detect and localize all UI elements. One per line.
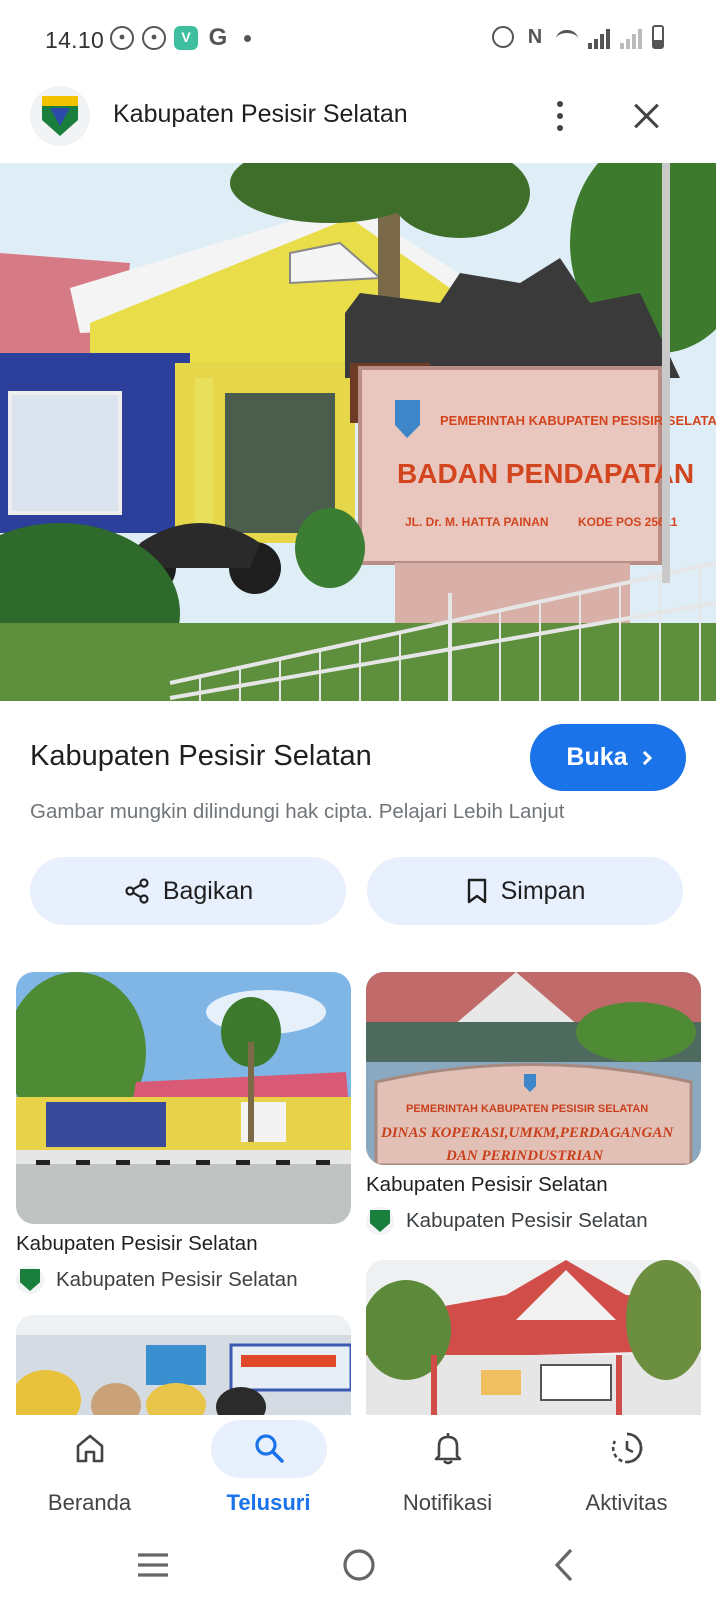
home-button-icon[interactable] (334, 1540, 384, 1590)
nav-home[interactable]: Beranda (0, 1415, 179, 1525)
result-source[interactable]: Kabupaten Pesisir Selatan (366, 1207, 701, 1235)
recent-apps-icon[interactable] (128, 1540, 178, 1590)
sign-line-3: JL. Dr. M. HATTA PAINAN (405, 515, 549, 529)
wifi-icon (556, 30, 578, 48)
bookmark-icon (467, 878, 486, 904)
notification-icons: V G (110, 26, 251, 50)
source-name: Kabupaten Pesisir Selatan (406, 1209, 648, 1232)
signal-icon (620, 25, 642, 49)
nav-label: Notifikasi (402, 1490, 493, 1515)
battery-icon (652, 25, 664, 49)
save-button[interactable]: Simpan (367, 857, 683, 925)
result-card[interactable] (366, 1260, 701, 1415)
result-source[interactable]: Kabupaten Pesisir Selatan (16, 1266, 351, 1294)
source-logo-icon (16, 1266, 44, 1294)
nfc-icon: N (527, 26, 543, 48)
header-title[interactable]: Kabupaten Pesisir Selatan (113, 100, 408, 129)
whatsapp-icon (142, 26, 166, 50)
shield-logo-icon (42, 96, 78, 136)
system-icons: N (492, 25, 664, 49)
site-logo[interactable] (30, 86, 90, 146)
result-title[interactable]: Kabupaten Pesisir Selatan (16, 1232, 351, 1256)
share-button[interactable]: Bagikan (30, 857, 346, 925)
bell-icon (434, 1433, 462, 1465)
source-logo-icon (366, 1207, 394, 1235)
nav-notifications[interactable]: Notifikasi (358, 1415, 537, 1525)
sign-line-1: PEMERINTAH KABUPATEN PESISIR SELATAN (440, 413, 716, 428)
nav-label: Aktivitas (585, 1490, 668, 1515)
result-thumbnail[interactable] (16, 1315, 351, 1415)
result-thumbnail[interactable] (16, 972, 351, 1224)
result-thumbnail[interactable] (366, 1260, 701, 1415)
history-icon (611, 1432, 643, 1464)
status-time: 14.10 (45, 27, 105, 53)
result-card[interactable] (16, 1315, 351, 1415)
source-name: Kabupaten Pesisir Selatan (56, 1268, 298, 1291)
nav-search[interactable]: Telusuri (179, 1415, 358, 1525)
home-icon (76, 1434, 104, 1463)
chevron-right-icon (637, 750, 652, 765)
alarm-icon (492, 26, 514, 48)
save-label: Simpan (500, 876, 586, 905)
open-button-label: Buka (566, 743, 628, 771)
status-bar: 14.10 V G N (0, 0, 716, 80)
more-options-icon[interactable] (545, 96, 575, 136)
notification-dot (244, 34, 251, 42)
signal-icon (588, 25, 610, 49)
result-title[interactable]: Kabupaten Pesisir Selatan (366, 1173, 701, 1197)
search-icon (255, 1434, 284, 1463)
nav-label: Beranda (47, 1490, 132, 1515)
viewer-header: Kabupaten Pesisir Selatan (0, 84, 716, 148)
result-card[interactable]: Kabupaten Pesisir Selatan Kabupaten Pesi… (16, 972, 351, 1294)
whatsapp-icon (110, 26, 134, 50)
back-icon[interactable] (540, 1540, 590, 1590)
close-icon[interactable] (628, 98, 664, 134)
bottom-navigation: Beranda Telusuri Notifikasi Aktivitas (0, 1415, 716, 1525)
result-card[interactable]: PEMERINTAH KABUPATEN PESISIR SELATAN DIN… (366, 972, 701, 1235)
nav-activity[interactable]: Aktivitas (537, 1415, 716, 1525)
building-photo: PEMERINTAH KABUPATEN PESISIR SELATAN BAD… (0, 163, 716, 701)
image-title[interactable]: Kabupaten Pesisir Selatan (30, 740, 372, 773)
sign-line-3: DAN PERINDUSTRIAN (445, 1148, 604, 1164)
system-navigation (0, 1530, 716, 1600)
sign-line-2: DINAS KOPERASI,UMKM,PERDAGANGAN (380, 1125, 674, 1141)
result-thumbnail[interactable]: PEMERINTAH KABUPATEN PESISIR SELATAN DIN… (366, 972, 701, 1165)
share-icon (125, 878, 149, 904)
nav-label: Telusuri (226, 1490, 311, 1515)
main-image[interactable]: PEMERINTAH KABUPATEN PESISIR SELATAN BAD… (0, 163, 716, 701)
share-label: Bagikan (162, 876, 254, 905)
sign-line-2: BADAN PENDAPATAN (397, 458, 694, 489)
copyright-notice[interactable]: Gambar mungkin dilindungi hak cipta. Pel… (30, 800, 564, 824)
sign-line-1: PEMERINTAH KABUPATEN PESISIR SELATAN (406, 1103, 648, 1115)
google-icon: G (208, 24, 228, 51)
vpn-app-icon: V (174, 26, 198, 50)
open-button[interactable]: Buka (530, 724, 686, 791)
